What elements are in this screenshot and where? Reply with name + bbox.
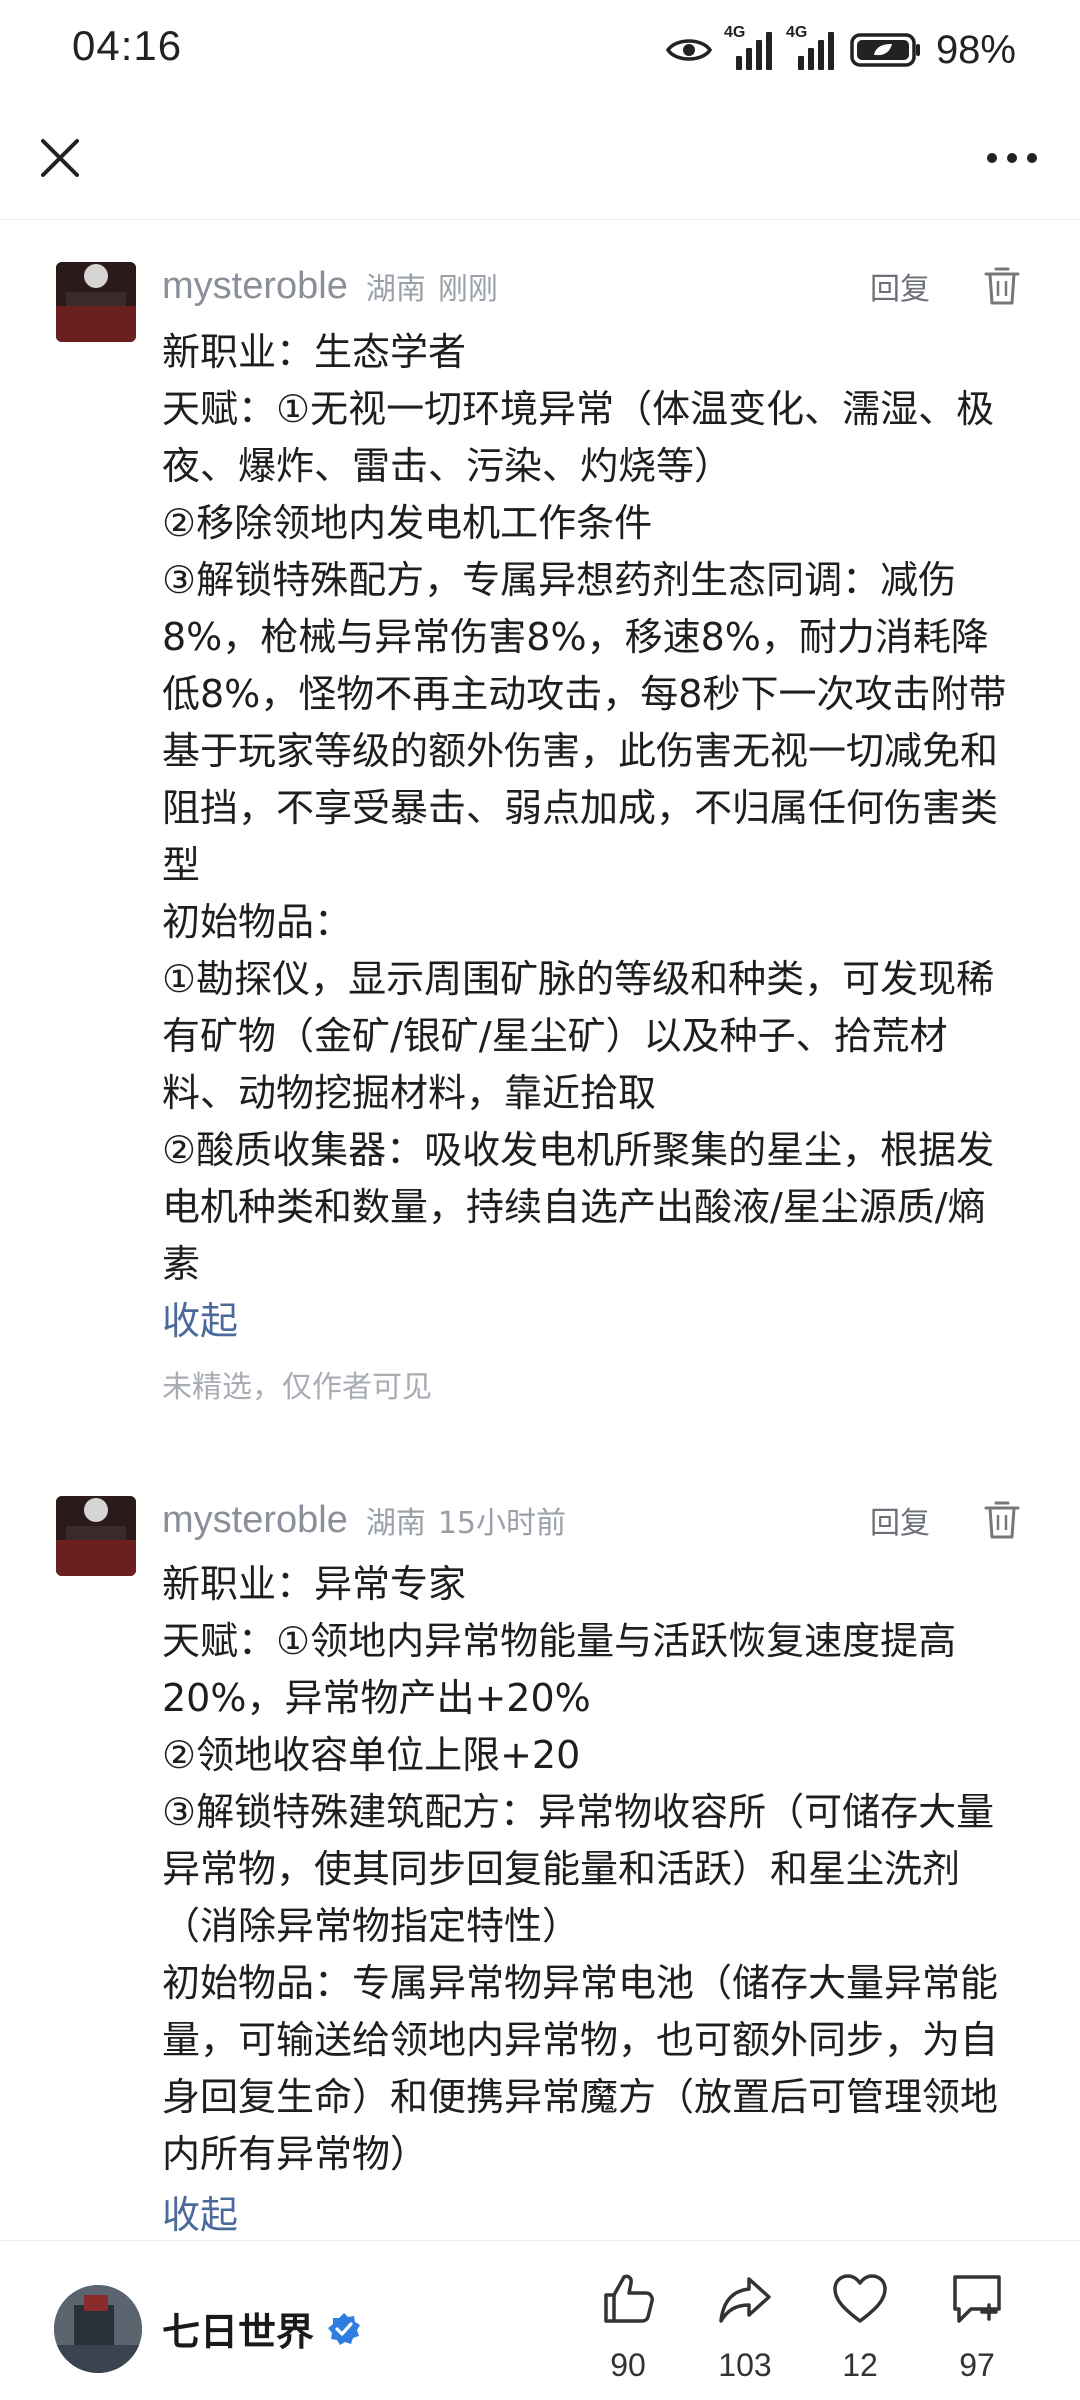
trash-icon: [984, 1501, 1020, 1539]
collapse-link[interactable]: 收起: [162, 1290, 238, 1345]
delete-button[interactable]: [982, 264, 1022, 308]
comment-line: ②酸质收集器：吸收发电机所聚集的星尘，根据发电机种类和数量，持续自选产出酸液/星…: [162, 1128, 995, 1286]
signal-icon: 4G: [786, 24, 836, 70]
thumbs-up-icon: [604, 2274, 654, 2323]
status-time: 04:16: [72, 22, 183, 69]
delete-button[interactable]: [982, 1498, 1022, 1542]
status-icons: 4G 4G 98%: [665, 24, 1016, 76]
account-name-row[interactable]: 七日世界: [162, 2301, 362, 2356]
reply-button[interactable]: 回复: [870, 1498, 930, 1542]
comment-body: 新职业：生态学者 天赋：①无视一切环境异常（体温变化、濡湿、极夜、爆炸、雷击、污…: [162, 324, 1022, 1293]
comment-body: 新职业：异常专家 天赋：①领地内异常物能量与活跃恢复速度提高20%，异常物产出+…: [162, 1556, 1022, 2183]
comment-line: 新职业：异常专家: [162, 1562, 467, 1606]
comment-line: ②移除领地内发电机工作条件: [162, 501, 653, 545]
status-bar: 04:16 4G 4G 98%: [0, 0, 1080, 100]
close-button[interactable]: [28, 126, 92, 190]
more-icon: [987, 153, 1037, 163]
comment-header: mysteroble 湖南 刚刚 回复: [162, 258, 1042, 314]
comment-line: 初始物品：: [162, 900, 353, 944]
heart-icon: [833, 2274, 887, 2323]
comment-line: 新职业：生态学者: [162, 330, 467, 374]
comment-time: 15小时前: [437, 1506, 567, 1541]
comment-line: ③解锁特殊配方，专属异想药剂生态同调：减伤8%，枪械与异常伤害8%，移速8%，耐…: [162, 558, 1007, 887]
comment-location: 湖南: [365, 1506, 426, 1541]
share-icon: [719, 2277, 771, 2323]
comment-line: 天赋：①领地内异常物能量与活跃恢复速度提高20%，异常物产出+20%: [162, 1619, 957, 1720]
share-button[interactable]: 103: [695, 2269, 795, 2384]
signal-icon: 4G: [724, 24, 774, 70]
close-icon: [41, 139, 79, 177]
verified-icon: [328, 2312, 361, 2345]
collapse-link[interactable]: 收起: [162, 2184, 238, 2239]
comment-line: ②领地收容单位上限+20: [162, 1733, 581, 1777]
visibility-note: 未精选，仅作者可见: [162, 1370, 432, 1405]
favorite-count: 12: [842, 2347, 878, 2383]
comment-add-icon: [953, 2275, 1001, 2323]
account-avatar[interactable]: [54, 2285, 142, 2373]
avatar[interactable]: [56, 1496, 136, 1576]
account-name: 七日世界: [162, 2310, 315, 2354]
comment-line: 初始物品：专属异常物异常电池（储存大量异常能量，可输送给领地内异常物，也可额外同…: [162, 1961, 999, 2176]
top-nav: [0, 100, 1080, 220]
comment-time: 刚刚: [437, 272, 498, 307]
comment-username[interactable]: mysteroble: [162, 1499, 348, 1542]
eye-icon: [665, 39, 712, 61]
favorite-button[interactable]: 12: [810, 2269, 910, 2384]
comment-line: 天赋：①无视一切环境异常（体温变化、濡湿、极夜、爆炸、雷击、污染、灼烧等）: [162, 387, 995, 488]
bottom-action-bar: 七日世界 90 103 12 97: [0, 2240, 1080, 2400]
share-count: 103: [718, 2347, 772, 2383]
reply-button[interactable]: 回复: [870, 264, 930, 308]
comment-button[interactable]: 97: [927, 2269, 1027, 2384]
like-count: 90: [610, 2347, 646, 2383]
avatar[interactable]: [56, 262, 136, 342]
comment-line: ①勘探仪，显示周围矿脉的等级和种类，可发现稀有矿物（金矿/银矿/星尘矿）以及种子…: [162, 957, 995, 1115]
comment-header: mysteroble 湖南 15小时前 回复: [162, 1492, 1042, 1548]
battery-icon: [850, 33, 920, 67]
like-button[interactable]: 90: [578, 2269, 678, 2384]
trash-icon: [984, 267, 1020, 305]
comment-username[interactable]: mysteroble: [162, 265, 348, 308]
more-button[interactable]: [972, 126, 1052, 190]
battery-percent: 98%: [935, 27, 1016, 72]
comment-line: ③解锁特殊建筑配方：异常物收容所（可储存大量异常物，使其同步回复能量和活跃）和星…: [162, 1790, 995, 1948]
comment-count: 97: [959, 2347, 995, 2383]
comment-location: 湖南: [365, 272, 426, 307]
